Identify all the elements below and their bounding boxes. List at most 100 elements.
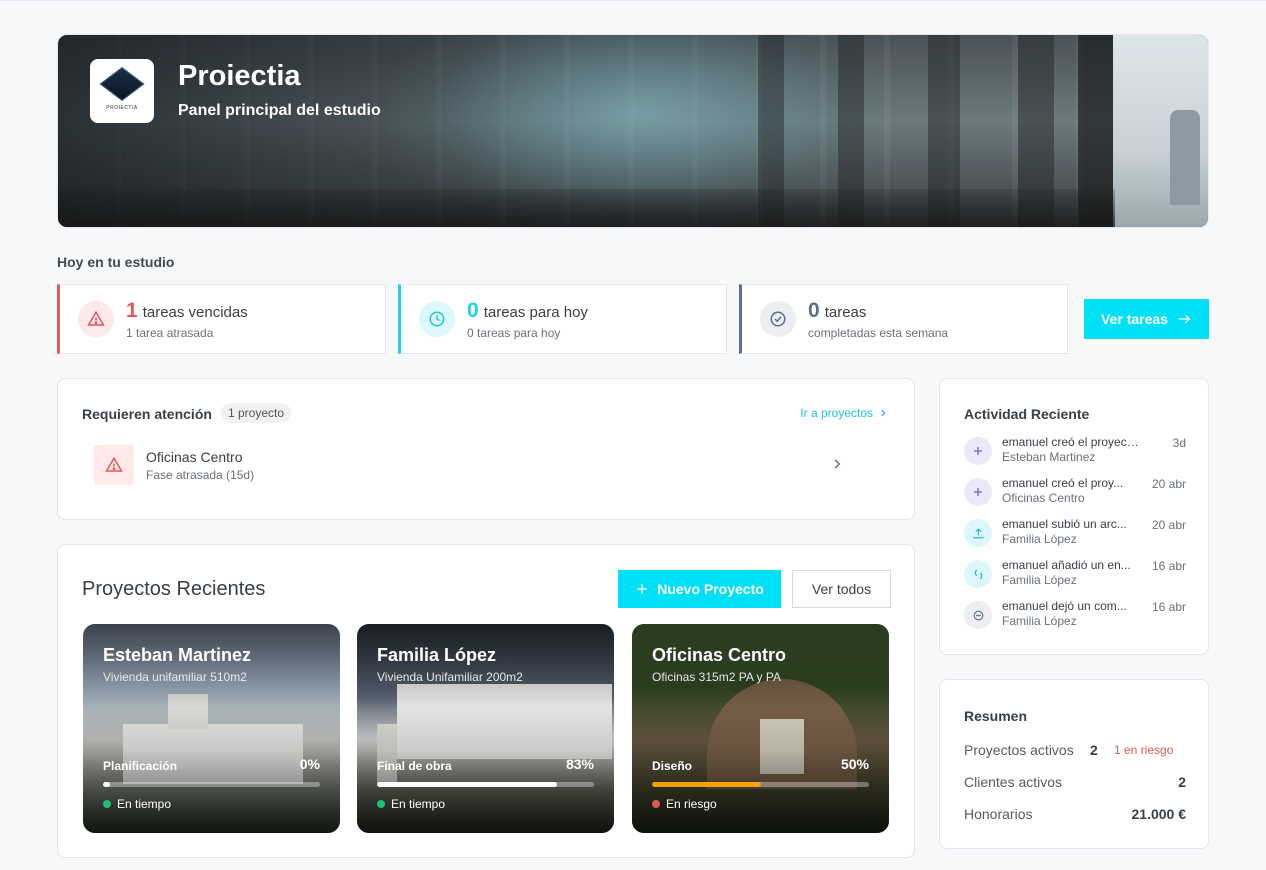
activity-time: 16 abr [1151,600,1186,614]
project-status: En riesgo [652,797,717,811]
activity-sub: Esteban Martinez [1002,450,1096,464]
project-name: Esteban Martinez [103,645,252,665]
upload-icon [964,519,992,547]
recent-projects-card: Proyectos Recientes Nuevo Proyecto Ver t… [57,544,915,858]
summary-label: Proyectos activos [964,742,1074,758]
summary-active-projects: Proyectos activos 2 1 en riesgo [964,742,1186,758]
activity-time: 16 abr [1151,559,1186,573]
new-project-button[interactable]: Nuevo Proyecto [618,570,781,608]
chevron-right-icon[interactable] [830,457,844,471]
attention-item-sub: Fase atrasada (15d) [146,468,255,482]
progress-bar [652,782,869,787]
activity-time: 20 abr [1151,477,1186,491]
status-dot [652,800,660,808]
stat-completed-tasks[interactable]: 0 tareas completadas esta semana [739,284,1068,354]
activity-item[interactable]: emanuel creó el proyecto... Esteban Mart… [964,435,1186,471]
activity-title: Actividad Reciente [964,406,1090,422]
app-subtitle: Panel principal del estudio [178,102,381,119]
summary-title: Resumen [964,708,1028,724]
project-card[interactable]: Oficinas Centro Oficinas 315m2 PA y PA D… [632,624,889,833]
project-status: En tiempo [377,797,445,811]
chevron-right-icon [881,409,886,417]
activity-item[interactable]: emanuel dejó un com... Familia López 16 … [964,599,1186,635]
activity-item[interactable]: emanuel creó el proy... Oficinas Centro … [964,476,1186,512]
arrow-right-icon [1178,314,1191,324]
activity-time: 20 abr [1151,518,1186,532]
activity-text: emanuel creó el proyecto... [1002,435,1142,449]
status-label: En riesgo [666,797,717,811]
project-sub: Vivienda unifamiliar 510m2 [103,670,247,684]
progress-fill [652,782,761,787]
stat-label: tareas para hoy [483,303,588,321]
activity-text: emanuel dejó un com... [1002,599,1127,613]
summary-label: Clientes activos [964,774,1063,790]
plus-icon [964,437,992,465]
comment-icon [964,601,992,629]
attention-card: Requieren atención 1 proyecto Ir a proye… [57,378,915,520]
project-phase: Planificación [103,759,178,773]
recent-projects-title: Proyectos Recientes [82,578,266,600]
progress-bar [377,782,594,787]
project-percent: 0% [299,756,320,772]
project-card[interactable]: Esteban Martinez Vivienda unifamiliar 51… [83,624,340,833]
link-icon [964,560,992,588]
summary-fees: Honorarios 21.000 € [964,806,1186,822]
stat-label: tareas vencidas [142,303,248,321]
stat-sub: 0 tareas para hoy [467,325,561,340]
recent-activity-card: Actividad Reciente emanuel creó el proye… [939,378,1209,655]
go-to-projects-link[interactable]: Ir a proyectos [800,406,888,420]
summary-value: 2 [1178,774,1186,790]
summary-active-clients: Clientes activos 2 [964,774,1186,790]
status-dot [103,800,111,808]
attention-title: Requieren atención [82,406,212,422]
project-percent: 83% [565,756,594,772]
logo[interactable]: PROIECTIA [90,59,154,123]
stat-value: 1 [126,298,138,322]
go-to-projects-label: Ir a proyectos [800,406,873,420]
project-name: Oficinas Centro [652,645,787,665]
hero-banner: PROIECTIA Proiectia Panel principal del … [57,34,1209,228]
warning-icon [78,301,114,337]
summary-card: Resumen Proyectos activos 2 1 en riesgo … [939,679,1209,849]
progress-fill [103,782,110,787]
summary-value: 21.000 € [1131,806,1187,822]
project-phase: Diseño [652,759,693,773]
status-dot [377,800,385,808]
activity-text: emanuel subió un arc... [1002,517,1127,531]
progress-fill [377,782,558,787]
check-circle-icon [760,301,796,337]
logo-text: PROIECTIA [106,105,138,111]
activity-sub: Familia López [1002,573,1077,587]
activity-item[interactable]: emanuel subió un arc... Familia López 20… [964,517,1186,553]
today-label: Hoy en tu estudio [57,254,175,270]
progress-bar [103,782,320,787]
view-all-button[interactable]: Ver todos [792,570,891,608]
activity-sub: Familia López [1002,532,1077,546]
stat-overdue-tasks[interactable]: 1 tareas vencidas 1 tarea atrasada [57,284,386,354]
stat-label: tareas [824,303,867,321]
warning-icon [94,445,134,485]
activity-text: emanuel añadió un en... [1002,558,1131,572]
summary-value: 2 [1090,742,1098,758]
activity-sub: Familia López [1002,614,1077,628]
attention-badge: 1 proyecto [221,403,292,423]
project-card[interactable]: Familia López Vivienda Unifamiliar 200m2… [357,624,614,833]
stat-sub: 1 tarea atrasada [126,325,214,340]
status-label: En tiempo [391,797,446,811]
project-name: Familia López [377,645,497,665]
project-sub: Oficinas 315m2 PA y PA [652,670,781,684]
status-label: En tiempo [117,797,172,811]
activity-time: 3d [1172,436,1186,450]
logo-cube-icon [101,68,143,100]
stat-value: 0 [808,298,820,322]
activity-text: emanuel creó el proy... [1002,476,1124,490]
summary-label: Honorarios [964,806,1033,822]
activity-item[interactable]: emanuel añadió un en... Familia López 16… [964,558,1186,594]
clock-icon [419,301,455,337]
view-tasks-button[interactable]: Ver tareas [1084,299,1209,339]
stat-today-tasks[interactable]: 0 tareas para hoy 0 tareas para hoy [398,284,727,354]
plus-icon [637,584,647,594]
project-sub: Vivienda Unifamiliar 200m2 [377,670,523,684]
project-phase: Final de obra [377,759,452,773]
view-tasks-label: Ver tareas [1101,311,1168,327]
